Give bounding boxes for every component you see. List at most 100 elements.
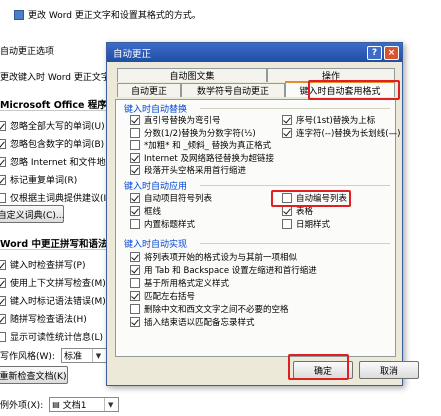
implement-option-5-checkbox[interactable]: [130, 317, 140, 327]
apply-option-right-2[interactable]: 日期样式: [282, 218, 330, 230]
office-option-0[interactable]: 忽略全部大写的单词(U): [0, 119, 105, 132]
replace-option-right-0[interactable]: 序号(1st)替换为上标: [282, 114, 375, 126]
replace-option-right-1-checkbox[interactable]: [282, 127, 292, 138]
word-section-heading: Word 中更正拼写和语法时: [0, 239, 117, 250]
word-option-0-checkbox[interactable]: [0, 259, 6, 270]
implement-option-5[interactable]: 插入结束语以匹配备忘录样式: [130, 316, 255, 328]
implement-option-4-checkbox[interactable]: [130, 304, 140, 314]
replace-option-left-3[interactable]: Internet 及网络路径替换为超链接: [130, 152, 274, 164]
apply-option-left-0-label: 自动项目符号列表: [144, 194, 213, 204]
implement-option-1-checkbox[interactable]: [130, 265, 140, 275]
implement-option-4[interactable]: 删除中文和西文文字之间不必要的空格: [130, 303, 289, 315]
implement-option-2-checkbox[interactable]: [130, 278, 140, 288]
apply-option-left-1-label: 框线: [144, 207, 162, 217]
highlight-ok-button: [288, 354, 349, 380]
writing-style-label: 写作风格(W):: [0, 352, 55, 362]
page-description: 更改 Word 更正文字和设置其格式的方式。: [14, 8, 201, 21]
replace-option-left-3-checkbox[interactable]: [130, 152, 140, 163]
apply-option-left-2[interactable]: 内置标题样式: [130, 218, 195, 230]
replace-option-left-0[interactable]: 直引号替换为弯引号: [130, 114, 221, 126]
implement-option-1-label: 用 Tab 和 Backspace 设置左缩进和首行缩进: [144, 266, 317, 276]
apply-option-right-2-checkbox[interactable]: [282, 219, 292, 229]
divider: [200, 243, 390, 244]
office-section-heading: Microsoft Office 程序中: [0, 100, 117, 111]
autocorrect-options-heading: 自动更正选项: [0, 47, 55, 57]
word-option-1[interactable]: 使用上下文拼写检查(M): [0, 276, 106, 289]
office-option-1-checkbox[interactable]: [0, 138, 6, 149]
office-option-2[interactable]: 忽略 Internet 和文件地址: [0, 155, 114, 168]
tab-autocorrect[interactable]: 自动更正: [117, 83, 181, 97]
word-option-2-checkbox[interactable]: [0, 295, 6, 306]
apply-option-right-2-label: 日期样式: [296, 220, 331, 230]
close-button[interactable]: ×: [384, 45, 399, 60]
replace-option-left-1-label: 分数(1/2)替换为分数字符(½): [144, 128, 256, 139]
highlight-autoformat-tab: [308, 80, 400, 100]
apply-option-left-1-checkbox[interactable]: [130, 206, 140, 216]
office-option-4-checkbox[interactable]: [0, 192, 6, 203]
replace-option-right-0-checkbox[interactable]: [282, 115, 292, 125]
implement-option-2[interactable]: 基于所用格式定义样式: [130, 277, 229, 289]
replace-option-left-1-checkbox[interactable]: [130, 127, 140, 138]
apply-option-right-1-checkbox[interactable]: [282, 206, 292, 216]
section-apply-title: 键入时自动应用: [124, 182, 188, 192]
divider: [0, 110, 110, 111]
writing-style-select[interactable]: 标准 ▼: [60, 348, 107, 363]
divider: [200, 108, 390, 109]
implement-option-3-checkbox[interactable]: [130, 291, 140, 301]
word-option-2[interactable]: 键入时标记语法错误(M): [0, 294, 106, 307]
replace-option-left-4-checkbox[interactable]: [130, 165, 140, 175]
tab-math-autocorrect[interactable]: 数学符号自动更正: [181, 83, 285, 97]
chevron-down-icon: ▼: [91, 349, 104, 362]
word-option-3-checkbox[interactable]: [0, 313, 6, 324]
implement-option-0-label: 将列表项开始的格式设为与其前一项相似: [144, 253, 298, 263]
implement-option-0[interactable]: 将列表项开始的格式设为与其前一项相似: [130, 251, 297, 263]
replace-option-right-1[interactable]: 连字符(--)替换为长划线(—): [282, 127, 400, 139]
replace-option-left-4-label: 段落开头空格采用首行缩进: [144, 166, 247, 176]
exceptions-select[interactable]: ▤ 文档1 ▼: [49, 397, 120, 412]
word-option-3-label: 随拼写检查语法(H): [10, 315, 87, 325]
replace-option-left-2-checkbox[interactable]: [130, 140, 140, 150]
autocorrect-description: 更改键入时 Word 更正文字和: [0, 73, 119, 83]
word-option-0-label: 键入时检查拼写(P): [10, 261, 86, 271]
word-option-0[interactable]: 键入时检查拼写(P): [0, 258, 85, 271]
implement-option-1[interactable]: 用 Tab 和 Backspace 设置左缩进和首行缩进: [130, 264, 317, 276]
office-option-4[interactable]: 仅根据主词典提供建议(I): [0, 191, 110, 204]
word-option-1-checkbox[interactable]: [0, 277, 6, 288]
office-option-1[interactable]: 忽略包含数字的单词(B): [0, 137, 104, 150]
replace-option-left-1[interactable]: 分数(1/2)替换为分数字符(½): [130, 127, 256, 139]
highlight-auto-numbered-list: [271, 190, 351, 207]
recheck-document-button[interactable]: 重新检查文档(K): [0, 366, 68, 384]
replace-option-left-3-label: Internet 及网络路径替换为超链接: [144, 153, 274, 164]
word-option-3[interactable]: 随拼写检查语法(H): [0, 312, 87, 325]
office-option-3[interactable]: 标记重复单词(R): [0, 173, 77, 186]
autocorrect-icon: [14, 9, 24, 20]
cancel-button[interactable]: 取消: [359, 361, 419, 379]
divider: [0, 249, 110, 250]
apply-option-left-0[interactable]: 自动项目符号列表: [130, 192, 212, 204]
word-option-4-checkbox[interactable]: [0, 331, 6, 342]
implement-option-0-checkbox[interactable]: [130, 252, 140, 262]
replace-option-left-0-label: 直引号替换为弯引号: [144, 116, 221, 126]
apply-option-left-0-checkbox[interactable]: [130, 193, 140, 203]
custom-dictionary-button[interactable]: 自定义词典(C)...: [0, 205, 64, 223]
replace-option-left-4[interactable]: 段落开头空格采用首行缩进: [130, 164, 246, 176]
office-option-2-label: 忽略 Internet 和文件地址: [10, 158, 115, 168]
divider: [200, 185, 390, 186]
help-button[interactable]: ?: [367, 45, 382, 60]
chevron-down-icon: ▼: [104, 398, 116, 411]
word-option-4[interactable]: 显示可读性统计信息(L): [0, 330, 103, 343]
dialog-title: 自动更正: [113, 48, 152, 60]
implement-option-3-label: 匹配左右括号: [144, 292, 196, 302]
implement-option-3[interactable]: 匹配左右括号: [130, 290, 195, 302]
replace-option-left-0-checkbox[interactable]: [130, 115, 140, 125]
office-option-2-checkbox[interactable]: [0, 156, 6, 167]
exceptions-label: 例外项(X):: [0, 401, 44, 411]
section-implement-title: 键入时自动实现: [124, 240, 188, 250]
replace-option-left-2[interactable]: *加粗* 和 _倾斜_ 替换为真正格式: [130, 139, 271, 151]
office-option-0-checkbox[interactable]: [0, 120, 6, 131]
tab-autotext[interactable]: 自动图文集: [117, 68, 267, 82]
apply-option-left-2-checkbox[interactable]: [130, 219, 140, 229]
dialog-titlebar[interactable]: 自动更正 ? ×: [107, 43, 402, 62]
apply-option-left-1[interactable]: 框线: [130, 205, 161, 217]
office-option-3-checkbox[interactable]: [0, 174, 6, 185]
